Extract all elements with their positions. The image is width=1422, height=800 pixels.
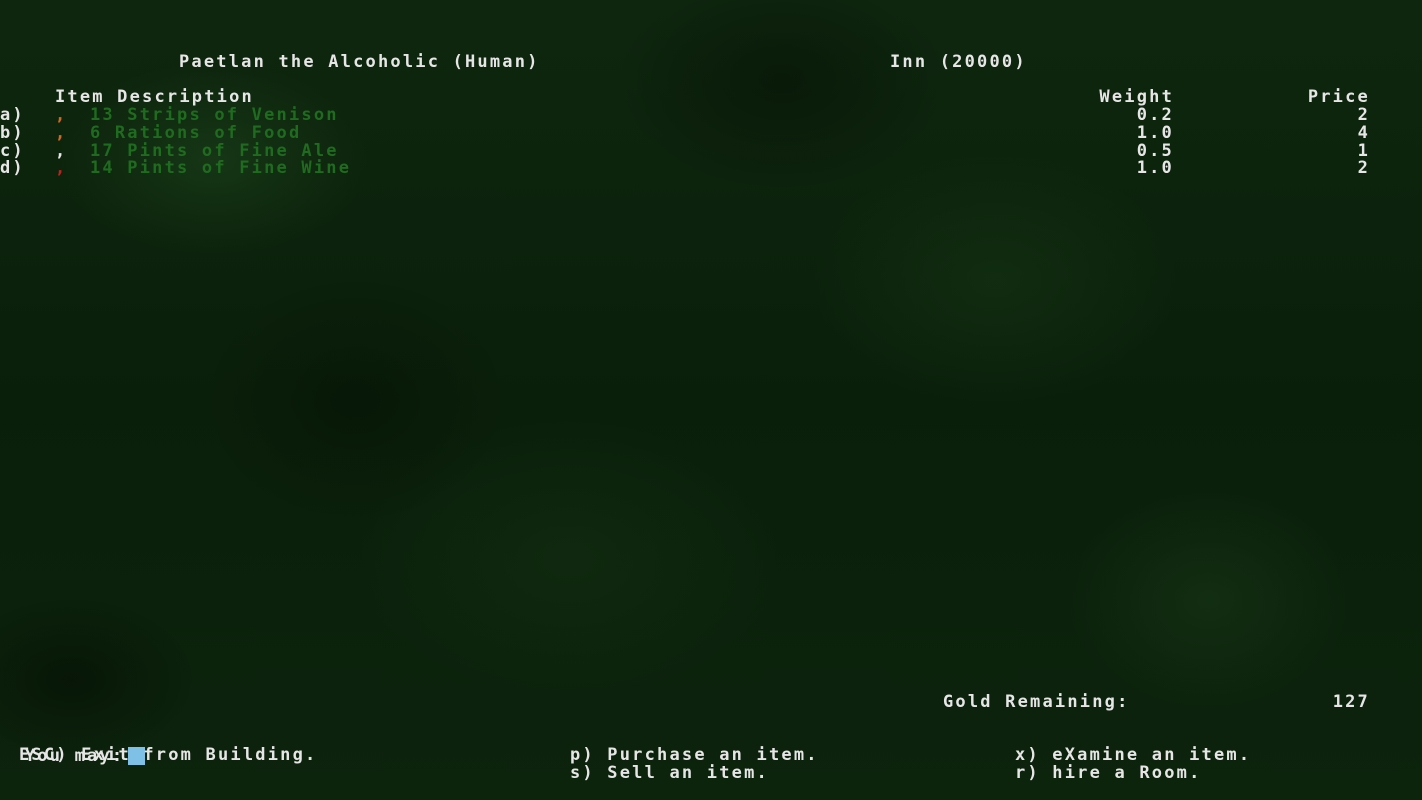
- column-header-description: Item Description: [55, 87, 254, 107]
- item-symbol-icon: ,: [55, 158, 68, 178]
- command-examine-item[interactable]: x) eXamine an item.: [1015, 746, 1251, 764]
- item-weight: 1.0: [1136, 158, 1174, 178]
- item-price: 4: [1357, 123, 1370, 143]
- item-name[interactable]: 14 Pints of Fine Wine: [90, 159, 351, 177]
- item-price: 2: [1357, 105, 1370, 125]
- command-exit-building[interactable]: ESC) Exit from Building.: [19, 746, 317, 764]
- column-header-price: Price: [1307, 87, 1370, 107]
- item-price: 1: [1357, 141, 1370, 161]
- item-price: 2: [1357, 158, 1370, 178]
- item-letter[interactable]: d): [0, 159, 25, 177]
- item-symbol-icon: ,: [55, 105, 68, 125]
- item-letter[interactable]: b): [0, 124, 25, 142]
- gold-remaining-value: 127: [1332, 692, 1370, 712]
- command-hire-room[interactable]: r) hire a Room.: [1015, 764, 1202, 782]
- item-weight: 1.0: [1136, 123, 1174, 143]
- command-purchase-item[interactable]: p) Purchase an item.: [570, 746, 819, 764]
- store-name: Inn (20000): [890, 52, 1027, 72]
- item-letter[interactable]: a): [0, 106, 25, 124]
- item-symbol-icon: ,: [55, 123, 68, 143]
- column-header-weight: Weight: [1099, 87, 1174, 107]
- item-weight: 0.2: [1136, 105, 1174, 125]
- command-sell-item[interactable]: s) Sell an item.: [570, 764, 769, 782]
- item-name[interactable]: 6 Rations of Food: [90, 124, 301, 142]
- item-name[interactable]: 13 Strips of Venison: [90, 106, 339, 124]
- gold-remaining-label: Gold Remaining:: [943, 692, 1130, 712]
- store-owner-title: Paetlan the Alcoholic (Human): [179, 52, 540, 72]
